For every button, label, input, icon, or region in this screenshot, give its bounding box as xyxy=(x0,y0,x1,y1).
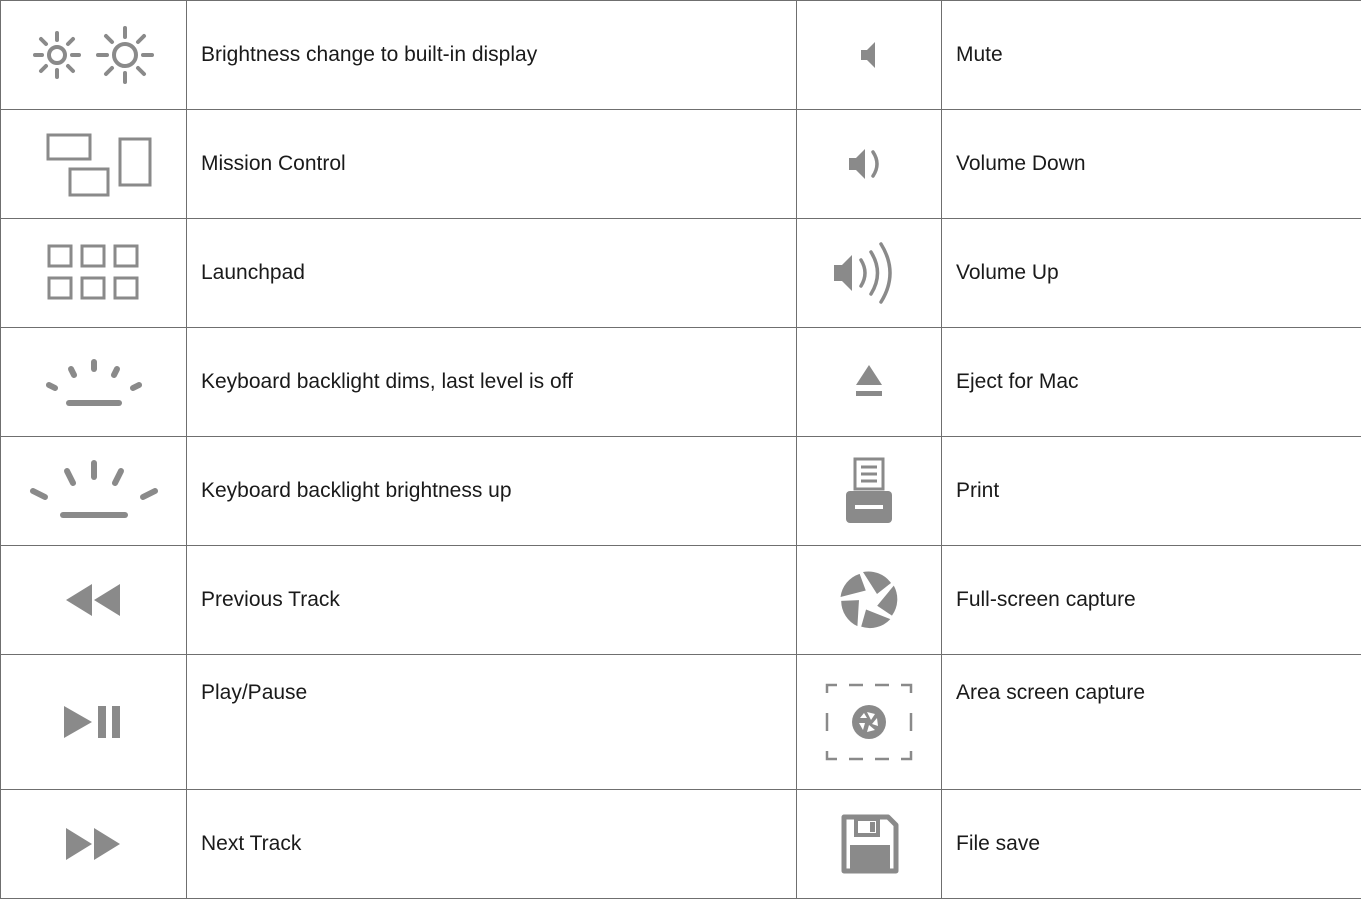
previous-track-icon xyxy=(54,580,134,620)
function-label: Eject for Mac xyxy=(942,328,1361,437)
brightness-icon xyxy=(19,23,169,87)
icon-cell xyxy=(1,328,187,437)
table-row: Previous Track Full-screen capture xyxy=(1,546,1361,655)
icon-cell xyxy=(797,546,942,655)
mission-control-icon xyxy=(24,129,164,199)
icon-cell xyxy=(797,1,942,110)
function-label: Brightness change to built-in display xyxy=(187,1,797,110)
file-save-icon xyxy=(834,809,904,879)
table-row: Brightness change to built-in display Mu… xyxy=(1,1,1361,110)
icon-cell xyxy=(1,790,187,899)
icon-cell xyxy=(1,110,187,219)
function-label: Keyboard backlight brightness up xyxy=(187,437,797,546)
area-screen-capture-icon xyxy=(819,677,919,767)
function-key-table: Brightness change to built-in display Mu… xyxy=(0,0,1361,899)
function-label: Mute xyxy=(942,1,1361,110)
function-label: Area screen capture xyxy=(942,655,1361,790)
volume-up-icon xyxy=(824,238,914,308)
icon-cell xyxy=(1,219,187,328)
icon-cell xyxy=(797,110,942,219)
icon-cell xyxy=(1,655,187,790)
function-label: Previous Track xyxy=(187,546,797,655)
launchpad-icon xyxy=(39,238,149,308)
next-track-icon xyxy=(54,824,134,864)
table-row: Next Track File save xyxy=(1,790,1361,899)
function-label: Launchpad xyxy=(187,219,797,328)
function-label: Next Track xyxy=(187,790,797,899)
table-row: Keyboard backlight brightness up Print xyxy=(1,437,1361,546)
eject-icon xyxy=(849,357,889,407)
function-label: Keyboard backlight dims, last level is o… xyxy=(187,328,797,437)
backlight-up-icon xyxy=(19,451,169,531)
icon-cell xyxy=(797,790,942,899)
function-label: Volume Down xyxy=(942,110,1361,219)
icon-cell xyxy=(1,1,187,110)
icon-cell xyxy=(1,546,187,655)
table-row: Launchpad Volume Up xyxy=(1,219,1361,328)
icon-cell xyxy=(797,655,942,790)
volume-down-icon xyxy=(839,142,899,186)
icon-cell xyxy=(797,437,942,546)
table-row: Mission Control Volume Down xyxy=(1,110,1361,219)
function-label: Volume Up xyxy=(942,219,1361,328)
table-row: Keyboard backlight dims, last level is o… xyxy=(1,328,1361,437)
print-icon xyxy=(839,451,899,531)
function-label: Full-screen capture xyxy=(942,546,1361,655)
icon-cell xyxy=(1,437,187,546)
icon-cell xyxy=(797,219,942,328)
backlight-dim-icon xyxy=(29,347,159,417)
function-label: Print xyxy=(942,437,1361,546)
mute-icon xyxy=(849,35,889,75)
function-label: Mission Control xyxy=(187,110,797,219)
full-screen-capture-icon xyxy=(834,565,904,635)
table-row: Play/Pause xyxy=(1,655,1361,790)
function-label: Play/Pause xyxy=(187,655,797,790)
function-label: File save xyxy=(942,790,1361,899)
play-pause-icon xyxy=(54,702,134,742)
icon-cell xyxy=(797,328,942,437)
